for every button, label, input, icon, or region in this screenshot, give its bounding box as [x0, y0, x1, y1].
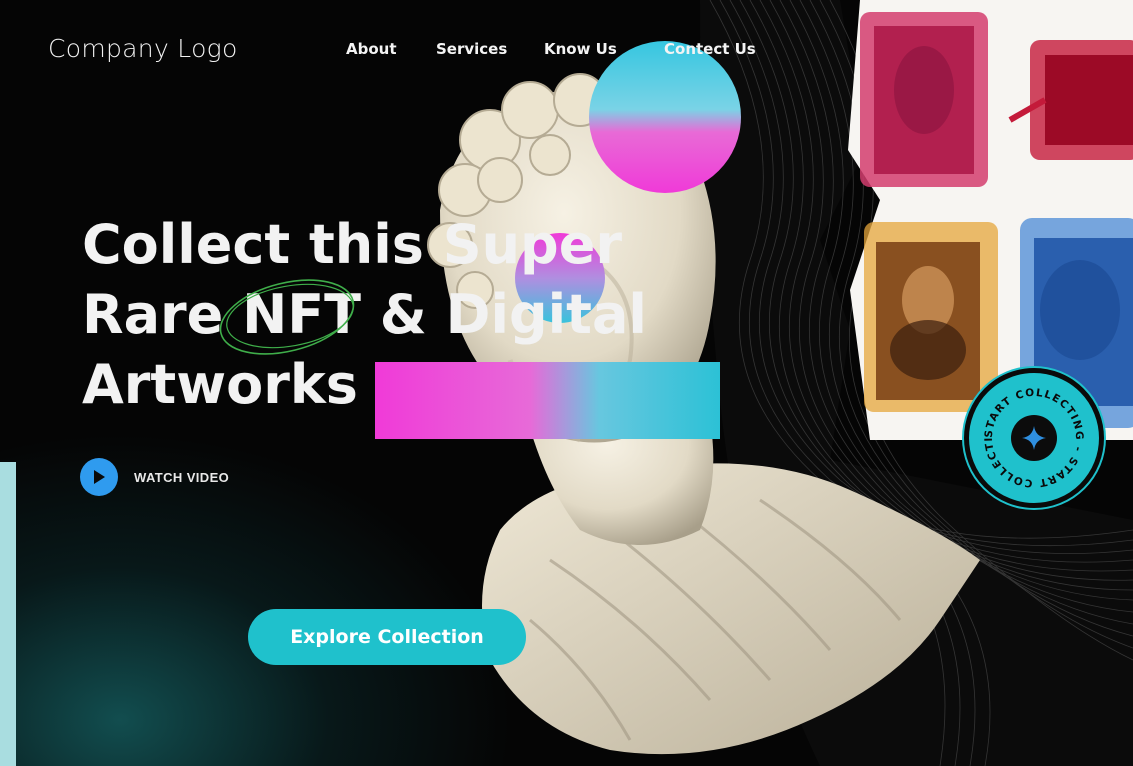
headline-line-1: Collect this Super: [82, 213, 622, 276]
start-collecting-badge[interactable]: START COLLECTING - START COLLECTING -: [964, 368, 1104, 508]
watch-video-label: WATCH VIDEO: [134, 469, 230, 485]
headline-line-3: Artworks: [82, 353, 358, 416]
nav-link-services[interactable]: Services: [436, 40, 507, 58]
left-accent-bar: [0, 462, 16, 766]
nav-link-about[interactable]: About: [346, 40, 397, 58]
headline-line-2: Rare NFT & Digital: [82, 283, 647, 346]
scribble-ellipse-icon: [219, 279, 355, 355]
company-logo[interactable]: Company Logo: [48, 34, 238, 63]
nav-link-contact-us[interactable]: Contect Us: [664, 40, 756, 58]
nav-link-know-us[interactable]: Know Us: [544, 40, 617, 58]
hero-headline: Collect this Super Rare NFT & Digital Ar…: [82, 210, 702, 420]
landing-page: Company Logo About Services Know Us Cont…: [0, 0, 1133, 766]
play-icon[interactable]: [80, 458, 118, 496]
sparkle-star-icon: [1011, 415, 1057, 461]
explore-collection-button[interactable]: Explore Collection: [248, 609, 526, 665]
watch-video-button[interactable]: WATCH VIDEO: [80, 458, 229, 496]
